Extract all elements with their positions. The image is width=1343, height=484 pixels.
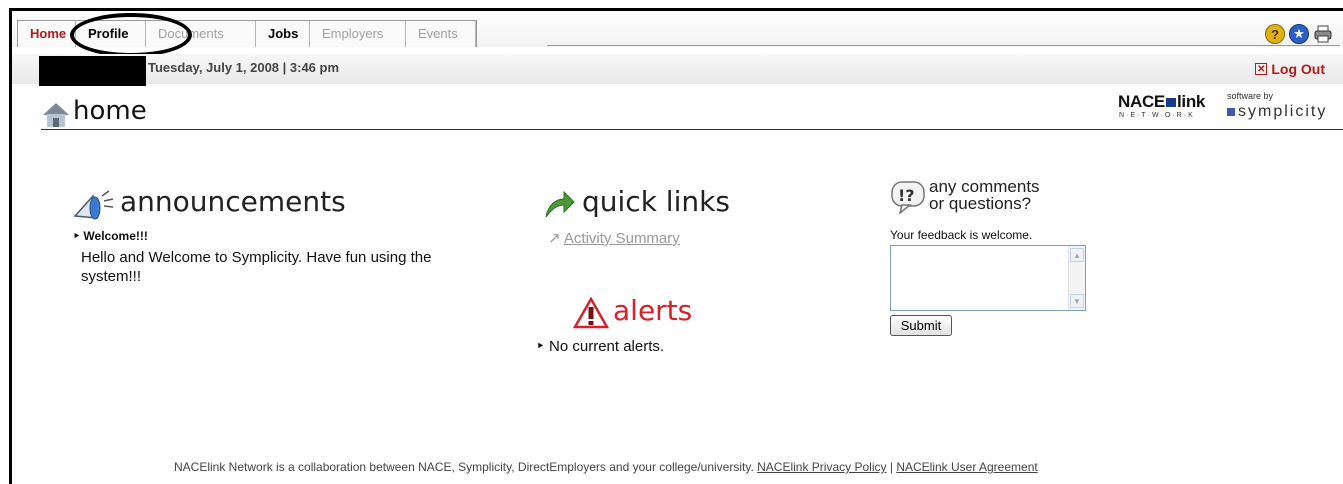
nav-divider xyxy=(547,45,1340,46)
megaphone-icon xyxy=(71,188,115,224)
feedback-textarea[interactable]: ▲ ▼ xyxy=(890,245,1086,311)
tab-jobs[interactable]: Jobs xyxy=(256,21,310,47)
alerts-title: alerts xyxy=(613,294,693,327)
user-agreement-link[interactable]: NACElink User Agreement xyxy=(896,460,1037,474)
nacelink-logo-mark xyxy=(1165,98,1176,107)
comments-title: any comments or questions? xyxy=(929,177,1040,213)
highlight-circle-annotation xyxy=(70,13,192,57)
svg-text:!?: !? xyxy=(898,186,915,205)
submit-button[interactable]: Submit xyxy=(890,315,952,336)
activity-summary-link[interactable]: ↗ Activity Summary xyxy=(548,229,680,247)
redaction-box xyxy=(39,56,146,86)
title-divider xyxy=(41,129,1343,130)
scroll-up-icon[interactable]: ▲ xyxy=(1070,248,1084,262)
footer: NACElink Network is a collaboration betw… xyxy=(174,460,1038,474)
page-title: home xyxy=(73,96,147,126)
quick-links-title: quick links xyxy=(582,185,730,218)
nacelink-logo: NACE link xyxy=(1118,92,1206,111)
feedback-label: Your feedback is welcome. xyxy=(890,228,1033,242)
tab-events[interactable]: Events xyxy=(406,21,476,47)
announcements-title: announcements xyxy=(120,185,346,218)
alert-warning-icon xyxy=(572,296,610,329)
accessibility-icon[interactable]: ★ xyxy=(1289,24,1309,44)
date-time: Tuesday, July 1, 2008 | 3:46 pm xyxy=(148,60,340,75)
announcement-item-body: Hello and Welcome to Symplicity. Have fu… xyxy=(81,249,432,285)
feedback-scrollbar[interactable]: ▲ ▼ xyxy=(1068,246,1085,310)
scroll-down-icon[interactable]: ▼ xyxy=(1070,294,1084,308)
logout-label: Log Out xyxy=(1271,61,1325,77)
logout-link[interactable]: ✕ Log Out xyxy=(1255,61,1325,77)
symplicity-logo: symplicity xyxy=(1227,103,1327,121)
alerts-item: ‣ No current alerts. xyxy=(536,338,665,355)
house-icon xyxy=(41,101,71,129)
nacelink-network-text: N·E·T·W·O·R·K xyxy=(1119,112,1195,119)
symplicity-logo-mark xyxy=(1227,108,1235,116)
print-icon[interactable] xyxy=(1313,24,1333,44)
question-bubble-icon: !? xyxy=(890,180,926,215)
footer-separator: | xyxy=(889,460,893,474)
privacy-policy-link[interactable]: NACElink Privacy Policy xyxy=(757,460,886,474)
close-icon: ✕ xyxy=(1255,63,1268,75)
quick-links-arrow-icon xyxy=(542,187,576,221)
help-icon[interactable]: ? xyxy=(1265,24,1285,44)
software-by-text: software by xyxy=(1227,91,1274,101)
announcement-item-title: ‣ Welcome!!! xyxy=(73,229,148,243)
tab-employers[interactable]: Employers xyxy=(310,21,406,47)
toolbar-icons: ? ★ xyxy=(1265,24,1333,44)
tab-home[interactable]: Home xyxy=(18,21,76,47)
